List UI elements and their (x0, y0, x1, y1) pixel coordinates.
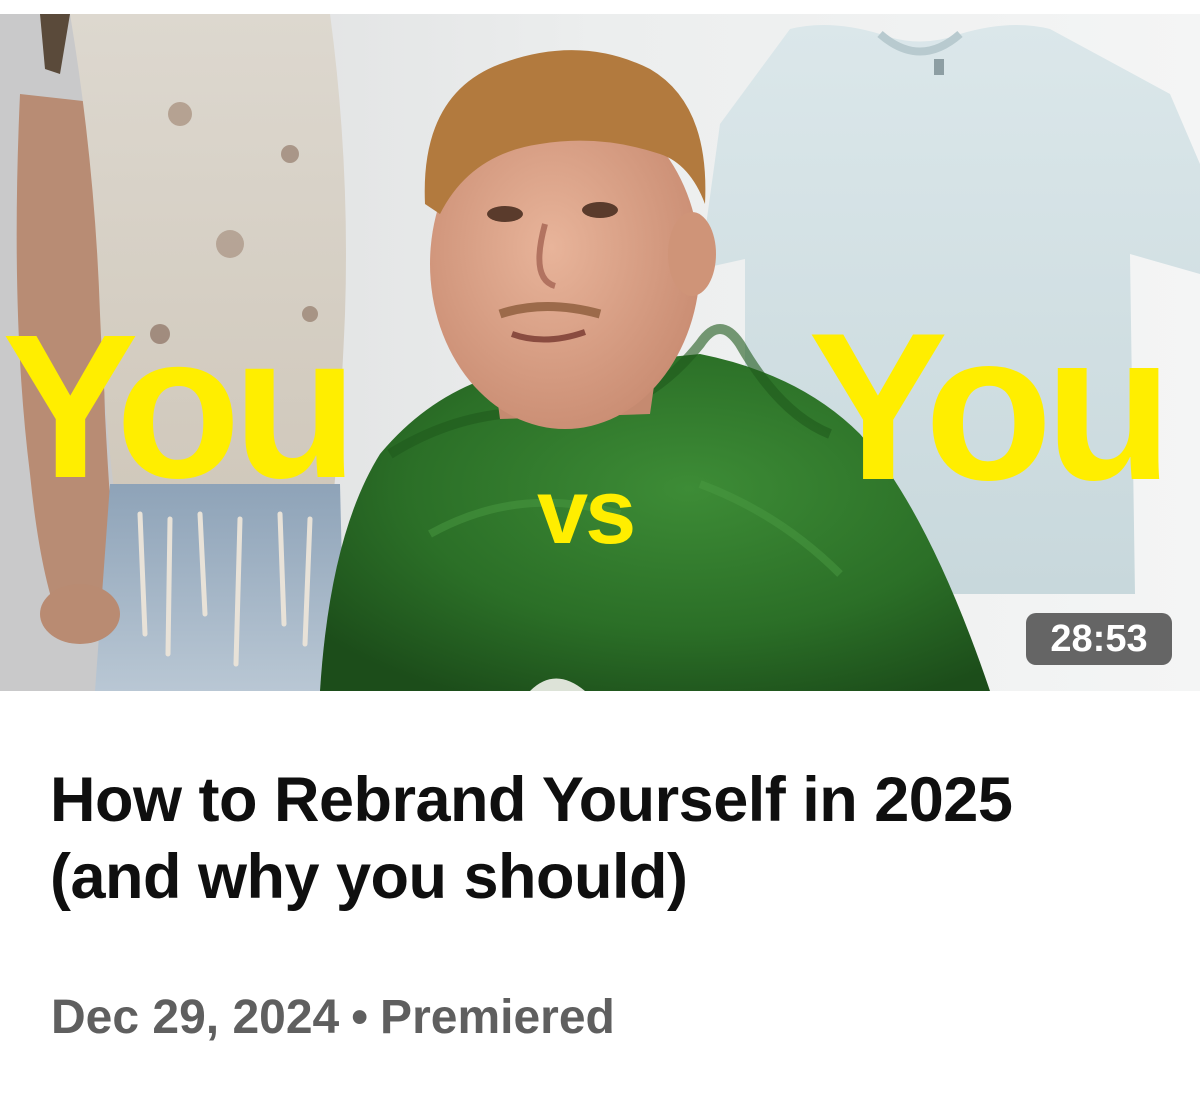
duration-badge: 28:53 (1026, 613, 1172, 665)
thumbnail-text-you-right: You (808, 289, 1173, 524)
thumbnail-text-you-left: You (2, 292, 358, 521)
meta-separator: • (351, 991, 369, 1044)
video-card[interactable]: You vs You 28:53 How to Rebrand Yourself… (0, 0, 1200, 1095)
video-title[interactable]: How to Rebrand Yourself in 2025 (and why… (50, 762, 1160, 916)
premiere-status: Premiered (380, 991, 615, 1044)
thumbnail-text-vs: vs (537, 461, 636, 563)
video-thumbnail[interactable]: You vs You 28:53 (0, 14, 1200, 691)
publish-date: Dec 29, 2024 (51, 991, 340, 1044)
video-metadata: Dec 29, 2024 • Premiered (51, 990, 615, 1046)
